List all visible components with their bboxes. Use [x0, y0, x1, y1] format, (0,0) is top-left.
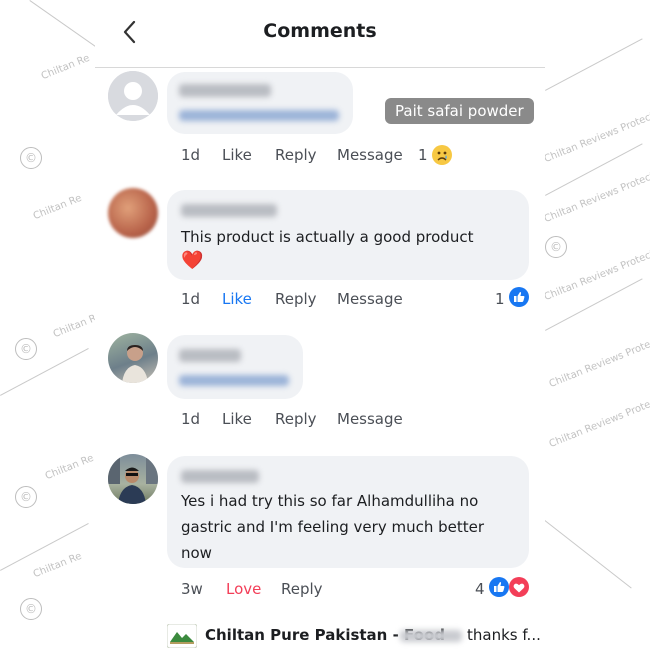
tooltip: Pait safai powder	[385, 98, 534, 124]
copyright-icon: ©	[20, 598, 42, 620]
default-avatar-icon	[108, 71, 158, 121]
like-reaction-icon	[509, 287, 529, 307]
watermark-text: Chiltan Reviews Protected	[542, 105, 650, 166]
heart-emoji: ❤️	[181, 250, 204, 271]
comment-bubble	[167, 335, 303, 399]
timestamp: 1d	[181, 290, 201, 308]
like-reaction-icon	[489, 577, 509, 597]
like-button[interactable]: Like	[222, 290, 252, 308]
copyright-icon: ©	[545, 236, 567, 258]
love-reaction-icon	[509, 577, 529, 597]
profile-photo	[122, 345, 148, 383]
timestamp: 1d	[181, 410, 201, 428]
copyright-icon: ©	[15, 338, 37, 360]
reply-button[interactable]: Reply	[275, 146, 317, 164]
copyright-icon: ©	[15, 486, 37, 508]
comment-bubble: This product is actually a good product …	[167, 190, 529, 280]
avatar[interactable]	[108, 71, 158, 121]
watermark-text: Chiltan Reviews Protected	[542, 165, 650, 226]
avatar[interactable]	[108, 188, 158, 238]
page-title: Comments	[263, 20, 377, 42]
comment-bubble	[167, 72, 353, 134]
watermark-line	[0, 348, 89, 396]
author-subtitle	[179, 110, 339, 121]
avatar[interactable]	[108, 333, 158, 383]
watermark-line	[544, 520, 632, 589]
watermark-text: Chiltan Re	[43, 452, 96, 483]
reply-button[interactable]: Reply	[275, 290, 317, 308]
profile-photo	[108, 454, 158, 504]
reaction-count[interactable]: 1	[495, 290, 505, 308]
author-name	[179, 349, 241, 362]
timestamp: 3w	[181, 580, 203, 598]
page-logo	[166, 623, 198, 649]
comment-text-line: now	[181, 544, 212, 562]
watermark-line	[545, 38, 643, 91]
copyright-icon: ©	[20, 147, 42, 169]
reply-button[interactable]: Reply	[281, 580, 323, 598]
reaction-count[interactable]: 1	[418, 146, 428, 164]
blurred-name	[400, 630, 462, 642]
watermark-text: Chiltan Re	[31, 192, 84, 223]
timestamp: 1d	[181, 146, 201, 164]
reply-button[interactable]: Reply	[275, 410, 317, 428]
watermark-text: Chiltan Re	[39, 52, 92, 83]
comment-preview: thanks f...	[467, 626, 541, 644]
watermark-text: Chiltan Re	[31, 550, 84, 581]
watermark-text: Chiltan Reviews Protected	[547, 330, 650, 391]
sad-reaction-icon	[432, 145, 452, 165]
like-button[interactable]: Like	[222, 146, 252, 164]
comment-text-line: Yes i had try this so far Alhamdulliha n…	[181, 492, 479, 510]
author-subtitle	[179, 375, 289, 386]
love-button[interactable]: Love	[226, 580, 261, 598]
comment-bubble: Yes i had try this so far Alhamdulliha n…	[167, 456, 529, 568]
author-name	[181, 470, 259, 483]
comment-text-line: gastric and I'm feeling very much better	[181, 518, 485, 536]
watermark-text: Chiltan Reviews Protected	[547, 390, 650, 451]
comments-panel: Comments Pait safai powder 1d Like Reply…	[95, 0, 545, 650]
message-button[interactable]: Message	[337, 410, 403, 428]
reaction-count[interactable]: 4	[475, 580, 485, 598]
message-button[interactable]: Message	[337, 290, 403, 308]
author-name	[179, 84, 271, 97]
message-button[interactable]: Message	[337, 146, 403, 164]
author-name	[181, 204, 277, 217]
comment-text: This product is actually a good product	[181, 228, 474, 246]
avatar[interactable]	[108, 454, 158, 504]
comments-header: Comments	[95, 0, 545, 68]
like-button[interactable]: Like	[222, 410, 252, 428]
